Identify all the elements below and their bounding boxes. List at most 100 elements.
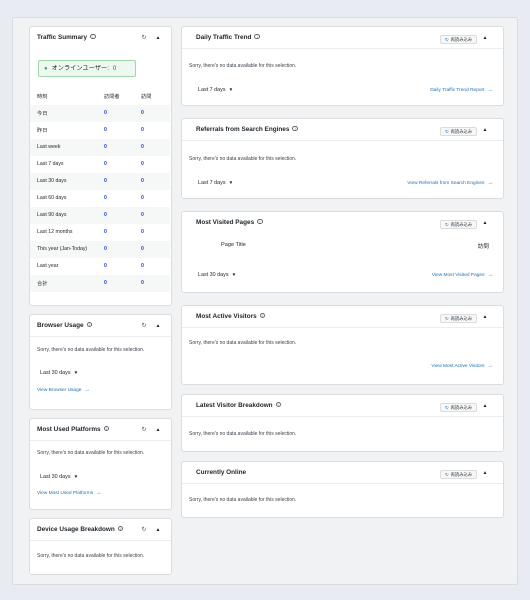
column-header-time: 時刻 <box>37 94 48 100</box>
traffic-summary-widget: Traffic Summary i ↻ ▲ ● オンラインユーザー: 0 時刻 訪問者… <box>29 26 172 306</box>
refresh-icon[interactable]: ↻ <box>140 322 148 330</box>
collapse-caret-icon[interactable]: ▲ <box>154 34 162 42</box>
widget-title: Most Used Platforms i <box>37 425 110 433</box>
dropdown-arrow-icon: ▼ <box>231 272 237 277</box>
daily-traffic-trend-report-link[interactable]: Daily Traffic Trend Report → <box>430 87 493 93</box>
no-data-message: Sorry, there's no data available for thi… <box>189 156 297 162</box>
view-browser-usage-link[interactable]: View Browser Usage → <box>37 387 90 393</box>
no-data-message: Sorry, there's no data available for thi… <box>189 497 297 503</box>
info-icon[interactable]: i <box>117 525 124 532</box>
collapse-caret-icon[interactable]: ▲ <box>481 219 489 227</box>
info-icon[interactable]: i <box>103 425 110 432</box>
refresh-icon[interactable]: ↻ <box>140 426 148 434</box>
no-data-message: Sorry, there's no data available for thi… <box>37 553 145 559</box>
refresh-icon[interactable]: ↻ <box>140 526 148 534</box>
dropdown-arrow-icon: ▼ <box>228 180 234 185</box>
info-icon[interactable]: i <box>275 401 282 408</box>
info-icon[interactable]: i <box>90 33 96 40</box>
info-icon[interactable]: i <box>257 218 263 225</box>
refresh-icon: ↻ <box>445 316 449 321</box>
collapse-caret-icon[interactable]: ▲ <box>154 426 162 434</box>
view-most-visited-pages-link[interactable]: View Most Visited Pages → <box>432 272 493 278</box>
most-active-visitors-widget: Most Active Visitors i ↻ 再読み込み ▲ Sorry, th… <box>181 305 504 385</box>
online-dot-icon: ● <box>44 66 48 72</box>
collapse-caret-icon[interactable]: ▲ <box>481 402 489 410</box>
period-dropdown[interactable]: Last 7 days ▼ <box>198 87 233 93</box>
reload-button[interactable]: ↻ 再読み込み <box>440 314 478 323</box>
widget-title: Most Visited Pages i <box>196 218 263 226</box>
column-header-visitors: 訪問者 <box>104 94 120 100</box>
column-header-visits: 訪問 <box>477 244 489 250</box>
reload-button[interactable]: ↻ 再読み込み <box>440 127 478 136</box>
arrow-right-icon: → <box>487 272 494 278</box>
referrals-search-engines-widget: Referrals from Search Engines i ↻ 再読み込み ▲ … <box>181 118 504 199</box>
table-row: Last 7 days 0 0 <box>37 161 144 167</box>
period-dropdown[interactable]: Last 30 days ▼ <box>40 370 78 376</box>
view-referrals-link[interactable]: View Referrals from Search Engines → <box>407 180 493 186</box>
arrow-right-icon: → <box>96 490 102 496</box>
widget-title: Browser Usage i <box>37 321 93 329</box>
dropdown-arrow-icon: ▼ <box>73 474 79 479</box>
table-row: This year (Jan-Today) 0 0 <box>30 241 170 258</box>
refresh-icon: ↻ <box>445 472 449 477</box>
column-header-visits: 訪問 <box>141 94 152 100</box>
widget-title: Most Active Visitors i <box>196 312 266 320</box>
dropdown-arrow-icon: ▼ <box>228 87 234 92</box>
table-row: Last week 0 0 <box>30 139 170 156</box>
refresh-icon: ↻ <box>445 405 449 410</box>
arrow-right-icon: → <box>487 363 494 369</box>
refresh-icon: ↻ <box>445 37 449 42</box>
most-used-platforms-widget: Most Used Platforms i ↻ ▲ Sorry, there's … <box>29 418 172 510</box>
widget-title: Latest Visitor Breakdown i <box>196 401 282 409</box>
collapse-caret-icon[interactable]: ▲ <box>154 526 162 534</box>
reload-button[interactable]: ↻ 再読み込み <box>440 35 478 44</box>
period-dropdown[interactable]: Last 30 days ▼ <box>198 272 236 278</box>
latest-visitor-breakdown-widget: Latest Visitor Breakdown i ↻ 再読み込み ▲ Sorry… <box>181 394 504 452</box>
refresh-icon[interactable]: ↻ <box>140 34 148 42</box>
currently-online-widget: Currently Online ↻ 再読み込み ▲ Sorry, there's… <box>181 461 504 518</box>
collapse-caret-icon[interactable]: ▲ <box>481 313 489 321</box>
collapse-caret-icon[interactable]: ▲ <box>154 322 162 330</box>
reload-button[interactable]: ↻ 再読み込み <box>440 470 478 479</box>
refresh-icon: ↻ <box>445 129 449 134</box>
period-dropdown[interactable]: Last 30 days ▼ <box>40 474 78 480</box>
table-row: Last 60 days 0 0 <box>37 195 144 201</box>
collapse-caret-icon[interactable]: ▲ <box>481 469 489 477</box>
reload-button[interactable]: ↻ 再読み込み <box>440 403 478 412</box>
info-icon[interactable]: i <box>254 33 260 40</box>
widget-title: Referrals from Search Engines i <box>196 125 298 133</box>
refresh-icon: ↻ <box>445 222 449 227</box>
no-data-message: Sorry, there's no data available for thi… <box>189 431 297 437</box>
table-row: Last 30 days 0 0 <box>30 173 170 190</box>
widget-title: Daily Traffic Trend i <box>196 33 260 41</box>
info-icon[interactable]: i <box>86 321 93 328</box>
widget-title: Device Usage Breakdown i <box>37 525 124 533</box>
info-icon[interactable]: i <box>259 312 266 319</box>
widget-title: Currently Online <box>196 469 247 476</box>
no-data-message: Sorry, there's no data available for thi… <box>37 450 145 456</box>
device-usage-widget: Device Usage Breakdown i ↻ ▲ Sorry, there… <box>29 518 172 575</box>
arrow-right-icon: → <box>487 180 494 186</box>
no-data-message: Sorry, there's no data available for thi… <box>189 340 297 346</box>
view-most-used-platforms-link[interactable]: View Most Used Platforms → <box>37 490 102 496</box>
table-header-row: 時刻 訪問者 訪問 <box>30 88 170 105</box>
view-most-active-visitors-link[interactable]: View Most Active Visitors → <box>431 363 493 369</box>
table-row: Last year 0 0 <box>37 263 144 269</box>
table-row: 今日 0 0 <box>30 105 170 122</box>
most-visited-pages-widget: Most Visited Pages i ↻ 再読み込み ▲ Page Title … <box>181 211 504 293</box>
column-header-page-title: Page Title <box>221 242 246 248</box>
online-users-badge: ● オンラインユーザー: 0 <box>38 60 136 77</box>
reload-button[interactable]: ↻ 再読み込み <box>440 220 478 229</box>
info-icon[interactable]: i <box>292 125 298 132</box>
daily-traffic-trend-widget: Daily Traffic Trend i ↻ 再読み込み ▲ Sorry, the… <box>181 26 504 106</box>
widget-title: Traffic Summary i <box>37 33 96 41</box>
arrow-right-icon: → <box>487 87 494 93</box>
no-data-message: Sorry, there's no data available for thi… <box>37 347 145 353</box>
table-row: Last 12 months 0 0 <box>37 229 144 235</box>
table-row: 昨日 0 0 <box>37 127 144 134</box>
table-row: 合計 0 0 <box>30 275 170 292</box>
period-dropdown[interactable]: Last 7 days ▼ <box>198 180 233 186</box>
collapse-caret-icon[interactable]: ▲ <box>481 126 489 134</box>
browser-usage-widget: Browser Usage i ↻ ▲ Sorry, there's no dat… <box>29 314 172 410</box>
collapse-caret-icon[interactable]: ▲ <box>481 34 489 42</box>
